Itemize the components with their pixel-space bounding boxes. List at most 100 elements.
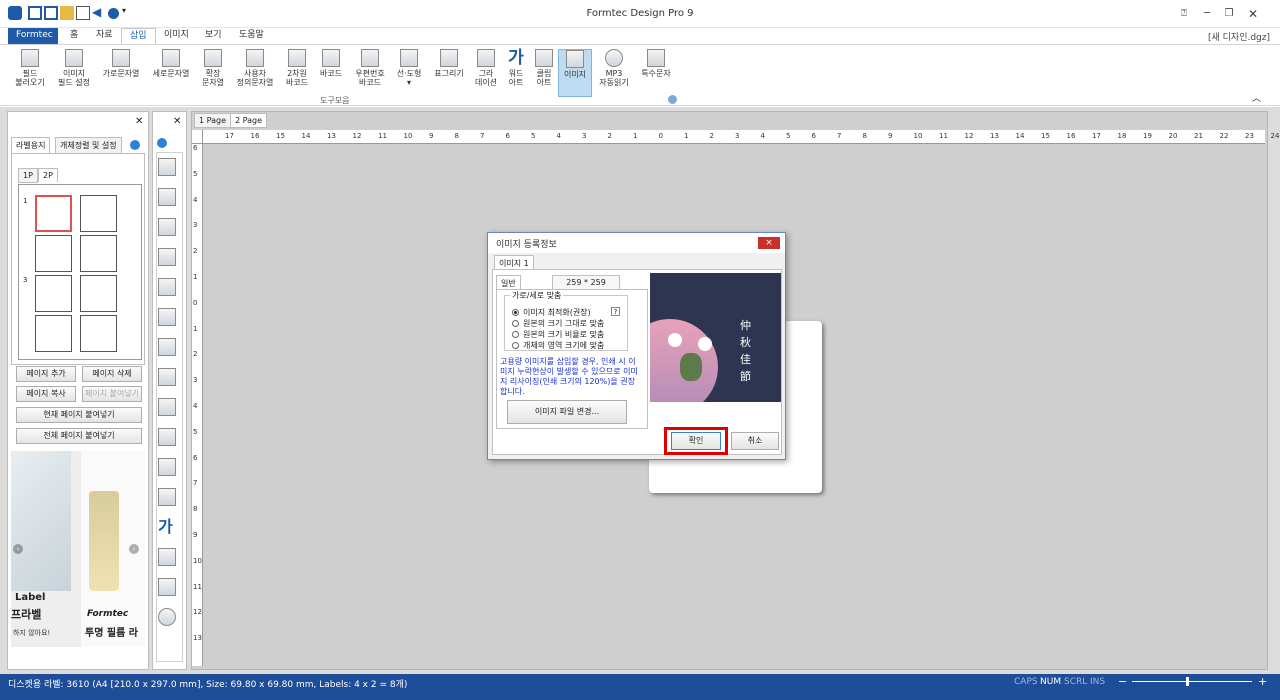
ad-next-icon[interactable]: › — [129, 544, 139, 554]
ad-banner[interactable]: ‹ › Label 프라벨 하지 않아요! Formtec 투명 필름 라 — [11, 451, 145, 647]
gradation-button[interactable]: 그라 데이션 — [472, 49, 500, 99]
extended-text-button[interactable]: 확장 문자열 — [196, 49, 230, 99]
label-cell[interactable] — [80, 195, 117, 232]
clip-art-icon[interactable] — [158, 548, 176, 566]
vertical-text-icon[interactable] — [158, 248, 176, 266]
save-icon[interactable] — [28, 6, 42, 20]
tab-formtec[interactable]: Formtec — [8, 28, 58, 44]
paste-all-pages-button[interactable]: 전체 페이지 붙여넣기 — [16, 428, 142, 444]
label-cell[interactable] — [80, 275, 117, 312]
add-page-button[interactable]: 페이지 추가 — [16, 366, 76, 382]
mp3-autoread-button[interactable]: MP3 자동읽기 — [595, 49, 633, 99]
page-tab-2p[interactable]: 2P — [38, 168, 58, 182]
word-art-icon[interactable]: 가 — [158, 518, 176, 536]
label-cell[interactable] — [35, 275, 72, 312]
cancel-button[interactable]: 취소 — [731, 432, 779, 450]
ruler-tick-label: 6 — [193, 144, 198, 152]
play-icon[interactable] — [130, 140, 140, 150]
tab-home[interactable]: 홈 — [62, 28, 86, 44]
gradation-icon[interactable] — [158, 488, 176, 506]
close-icon[interactable]: ✕ — [1242, 7, 1264, 21]
shape-button[interactable]: 선·도형 ▾ — [393, 49, 425, 99]
tab-page-1[interactable]: 1 Page — [194, 113, 231, 128]
save-as-icon[interactable] — [44, 6, 58, 20]
customize-dropdown-icon[interactable]: ▾ — [122, 6, 136, 20]
tab-page-2[interactable]: 2 Page — [230, 113, 267, 128]
image-button[interactable]: 이미지 — [558, 49, 592, 97]
dialog-close-button[interactable]: × — [758, 237, 780, 249]
paste-page-button[interactable]: 페이지 붙여넣기 — [82, 386, 142, 402]
close-panel-icon[interactable]: ✕ — [135, 116, 143, 127]
label-cell[interactable] — [80, 315, 117, 352]
horizontal-text-button[interactable]: 가로문자열 — [98, 49, 144, 99]
shape-icon[interactable] — [158, 428, 176, 446]
zoom-in-icon[interactable]: + — [1258, 675, 1267, 688]
cd-icon[interactable] — [158, 608, 176, 626]
zoom-slider-track[interactable] — [1132, 681, 1252, 682]
custom-text-button[interactable]: 사용자 정의문자열 — [232, 49, 278, 99]
label-cell[interactable] — [80, 235, 117, 272]
change-image-file-button[interactable]: 이미지 파일 변경... — [507, 400, 627, 424]
word-art-button[interactable]: 가 워드 아트 — [503, 49, 529, 99]
tab-help[interactable]: 도움말 — [231, 28, 272, 44]
barcode-button[interactable]: 바코드 — [316, 49, 346, 99]
clip-art-button[interactable]: 클립 아트 — [531, 49, 557, 99]
help-window-icon[interactable]: ⍰ — [1173, 7, 1195, 21]
collapse-ribbon-icon[interactable]: ︿ — [1252, 91, 1261, 104]
back-arrow-icon[interactable]: ◀ — [92, 6, 106, 20]
ruler-tick-label: 0 — [193, 298, 198, 307]
fit-option-original[interactable]: 원본의 크기 그대로 맞춤 — [512, 318, 604, 329]
tab-data[interactable]: 자료 — [88, 28, 121, 44]
special-char-button[interactable]: 특수문자 — [637, 49, 675, 99]
fit-option-optimize[interactable]: 이미지 최적화(권장) — [512, 307, 591, 318]
tab-object-align[interactable]: 개체정렬 및 설정 — [55, 137, 122, 154]
paste-current-page-button[interactable]: 현재 페이지 붙여넣기 — [16, 407, 142, 423]
minimize-icon[interactable]: ─ — [1196, 7, 1218, 21]
ruler-tick-label: 1 — [684, 132, 689, 140]
tab-view[interactable]: 보기 — [197, 28, 230, 44]
restore-icon[interactable]: ❐ — [1218, 7, 1240, 21]
image-icon[interactable] — [158, 578, 176, 596]
ad-prev-icon[interactable]: ‹ — [13, 544, 23, 554]
load-field-button[interactable]: 필드 불러오기 — [10, 49, 50, 99]
page-tab-1p[interactable]: 1P — [18, 168, 38, 183]
qr-code-icon[interactable] — [158, 338, 176, 356]
extended-text-icon[interactable] — [158, 278, 176, 296]
circle-icon[interactable] — [108, 8, 119, 19]
ruler-tick-label: 17 — [1092, 132, 1101, 140]
play-icon[interactable] — [157, 138, 167, 148]
table-button[interactable]: 표그리기 — [429, 49, 469, 99]
group-settings-icon[interactable] — [668, 95, 677, 104]
copy-page-button[interactable]: 페이지 복사 — [16, 386, 76, 402]
label-cell[interactable] — [35, 315, 72, 352]
image-field-settings-button[interactable]: 이미지 필드 설정 — [53, 49, 95, 99]
table-icon[interactable] — [158, 458, 176, 476]
postal-barcode-icon[interactable] — [158, 398, 176, 416]
postal-barcode-button[interactable]: 우편번호 바코드 — [350, 49, 390, 99]
ruler-horizontal: 17 16 15 14 13 12 11 10 9 8 7 6 5 4 3 2 1 0 1 2 3 4 5 6 7 8 9 10 11 1… — [203, 130, 1279, 144]
fit-option-area[interactable]: 개체의 영역 크기에 맞춤 — [512, 340, 604, 351]
zoom-slider-thumb[interactable] — [1186, 677, 1189, 686]
2d-barcode-button[interactable]: 2차원 바코드 — [282, 49, 312, 99]
help-icon[interactable]: ? — [611, 307, 620, 316]
close-toolstrip-icon[interactable]: ✕ — [173, 116, 181, 127]
app-logo-icon[interactable] — [8, 6, 22, 20]
tab-image[interactable]: 이미지 — [156, 28, 197, 44]
vertical-text-button[interactable]: 세로문자열 — [148, 49, 194, 99]
ad-text: 투명 필름 라 — [85, 628, 138, 639]
tab-insert[interactable]: 삽입 — [121, 28, 156, 44]
open-folder-icon[interactable] — [60, 6, 74, 20]
ok-button[interactable]: 확인 — [671, 432, 721, 450]
barcode-icon[interactable] — [158, 368, 176, 386]
label-cell-selected[interactable] — [35, 195, 72, 232]
custom-text-icon[interactable] — [158, 308, 176, 326]
tab-label-paper[interactable]: 라벨용지 — [11, 137, 51, 153]
zoom-out-icon[interactable]: − — [1118, 675, 1127, 688]
fit-option-ratio[interactable]: 원본의 크기 비율로 맞춤 — [512, 329, 604, 340]
image-field-icon[interactable] — [158, 188, 176, 206]
delete-page-button[interactable]: 페이지 삭제 — [82, 366, 142, 382]
horizontal-text-icon[interactable] — [158, 218, 176, 236]
print-preview-icon[interactable] — [76, 6, 90, 20]
label-cell[interactable] — [35, 235, 72, 272]
field-load-icon[interactable] — [158, 158, 176, 176]
